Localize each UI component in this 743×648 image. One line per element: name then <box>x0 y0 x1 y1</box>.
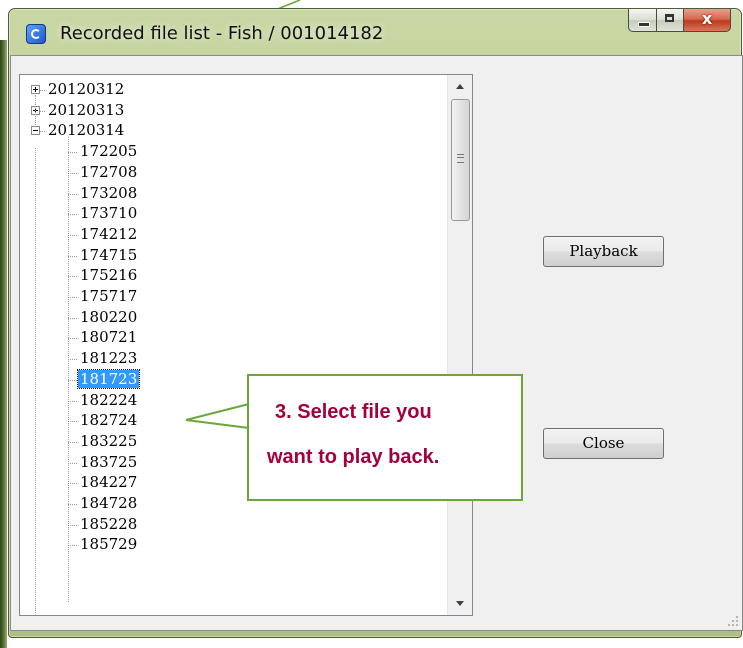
selected-file-label: 181723 <box>76 368 141 389</box>
tree-file-item[interactable]: 184728 <box>78 493 139 513</box>
scroll-up-arrow-icon[interactable] <box>448 75 472 97</box>
tree-folder-label: 20120313 <box>48 100 125 119</box>
tree-file-item[interactable]: 174715 <box>78 245 139 265</box>
resize-grip-icon[interactable] <box>727 615 739 627</box>
window-left-border <box>0 40 7 648</box>
tree-file-label: 173710 <box>80 204 138 223</box>
tree-connector <box>68 172 77 174</box>
title-bar[interactable]: Recorded file list - Fish / 001014182 x <box>9 9 741 55</box>
tree-file-item[interactable]: 181223 <box>78 348 139 368</box>
tree-file-label: 175216 <box>80 266 138 285</box>
tree-file-label: 180220 <box>80 307 138 326</box>
scroll-thumb[interactable] <box>451 99 470 221</box>
tree-folder-item[interactable]: 20120313 <box>46 100 126 120</box>
app-icon <box>26 24 46 44</box>
tree-connector <box>68 483 77 485</box>
tree-file-item[interactable]: 182224 <box>78 390 139 410</box>
tree-file-item[interactable]: 183225 <box>78 431 139 451</box>
tree-connector <box>68 276 77 278</box>
tree-folder-label: 20120312 <box>48 80 125 98</box>
tree-connector <box>68 524 77 526</box>
tree-connector <box>68 379 77 381</box>
tree-connector <box>68 359 77 361</box>
tree-folder-item[interactable]: 20120314 <box>46 120 126 140</box>
tree-connector <box>68 255 77 257</box>
tree-file-item[interactable]: 173710 <box>78 203 139 223</box>
tree-file-item[interactable]: 174212 <box>78 224 139 244</box>
collapse-icon[interactable] <box>31 126 40 136</box>
tree-connector <box>35 95 36 128</box>
tree-connector <box>68 137 69 603</box>
window-title: Recorded file list - Fish / 001014182 <box>60 23 384 44</box>
close-window-button[interactable]: x <box>684 9 731 32</box>
tree-connector <box>68 462 77 464</box>
tree-connector <box>68 193 77 195</box>
tree-file-label: 181223 <box>80 349 138 368</box>
tree-file-label: 184728 <box>80 494 138 512</box>
tree-scrollbar[interactable] <box>447 75 472 615</box>
tree-file-label: 182724 <box>80 411 138 430</box>
tree-file-label: 174715 <box>80 245 138 264</box>
tree-file-label: 172205 <box>80 142 138 161</box>
tree-file-item[interactable]: 172205 <box>78 141 139 161</box>
minimize-button[interactable] <box>628 9 657 32</box>
tree-file-label: 183725 <box>80 452 138 471</box>
tree-file-item[interactable]: 183725 <box>78 452 139 472</box>
instruction-callout: 3. Select file you want to play back. <box>247 374 523 501</box>
tree-connector <box>68 234 77 236</box>
maximize-button[interactable] <box>657 9 684 32</box>
tree-connector <box>68 317 77 319</box>
tree-file-label: 184227 <box>80 473 138 492</box>
tree-file-label: 174212 <box>80 224 138 243</box>
tree-file-item[interactable]: 184227 <box>78 472 139 492</box>
tree-file-item[interactable]: 185729 <box>78 534 139 554</box>
tree-file-label: 185729 <box>80 535 138 554</box>
tree-folder-label: 20120314 <box>48 121 125 140</box>
tree-connector <box>68 421 77 423</box>
tree-connector <box>40 90 45 91</box>
tree-connector <box>68 214 77 216</box>
tree-file-label: 183225 <box>80 431 138 450</box>
tree-connector <box>40 110 45 112</box>
scroll-down-arrow-icon[interactable] <box>448 593 472 615</box>
tree-file-label: 175717 <box>80 287 138 305</box>
recorded-file-tree[interactable]: 20120312 20120313 20120314 172205 172708 1732… <box>19 74 473 616</box>
expand-icon[interactable] <box>31 85 40 94</box>
tree-file-item[interactable]: 180721 <box>78 327 139 347</box>
tree-file-label: 180721 <box>80 328 138 347</box>
tree-connector <box>68 504 77 505</box>
tree-file-item[interactable]: 175216 <box>78 265 139 285</box>
tree-file-item[interactable]: 185228 <box>78 514 139 534</box>
dialog-client-area: 20120312 20120313 20120314 172205 172708 1732… <box>10 55 743 631</box>
tree-connector <box>40 131 45 133</box>
tree-connector <box>68 297 77 298</box>
playback-button[interactable]: Playback <box>543 236 664 267</box>
tree-connector <box>68 400 77 402</box>
tree-file-item[interactable]: 180220 <box>78 307 139 327</box>
tree-file-item[interactable]: 172708 <box>78 162 139 182</box>
close-icon: x <box>701 9 713 28</box>
callout-text-line2: want to play back. <box>267 446 440 468</box>
tree-file-label: 173208 <box>80 183 138 202</box>
tree-connector <box>68 545 77 547</box>
tree-connector <box>35 148 36 613</box>
tree-file-item[interactable]: 182724 <box>78 410 139 430</box>
tree-file-item[interactable]: 173208 <box>78 183 139 203</box>
tree-connector <box>68 338 77 340</box>
callout-text-line1: 3. Select file you <box>275 401 432 423</box>
tree-file-item[interactable]: 181723 <box>76 368 141 389</box>
tree-connector <box>68 441 77 443</box>
close-button[interactable]: Close <box>543 428 664 459</box>
tree-file-label: 185228 <box>80 514 138 533</box>
tree-connector <box>68 152 77 154</box>
tree-file-item[interactable]: 175717 <box>78 286 139 306</box>
caption-buttons: x <box>628 9 731 33</box>
tree-file-label: 182224 <box>80 390 138 409</box>
tree-file-label: 172708 <box>80 162 138 181</box>
tree-folder-item[interactable]: 20120312 <box>46 79 126 99</box>
